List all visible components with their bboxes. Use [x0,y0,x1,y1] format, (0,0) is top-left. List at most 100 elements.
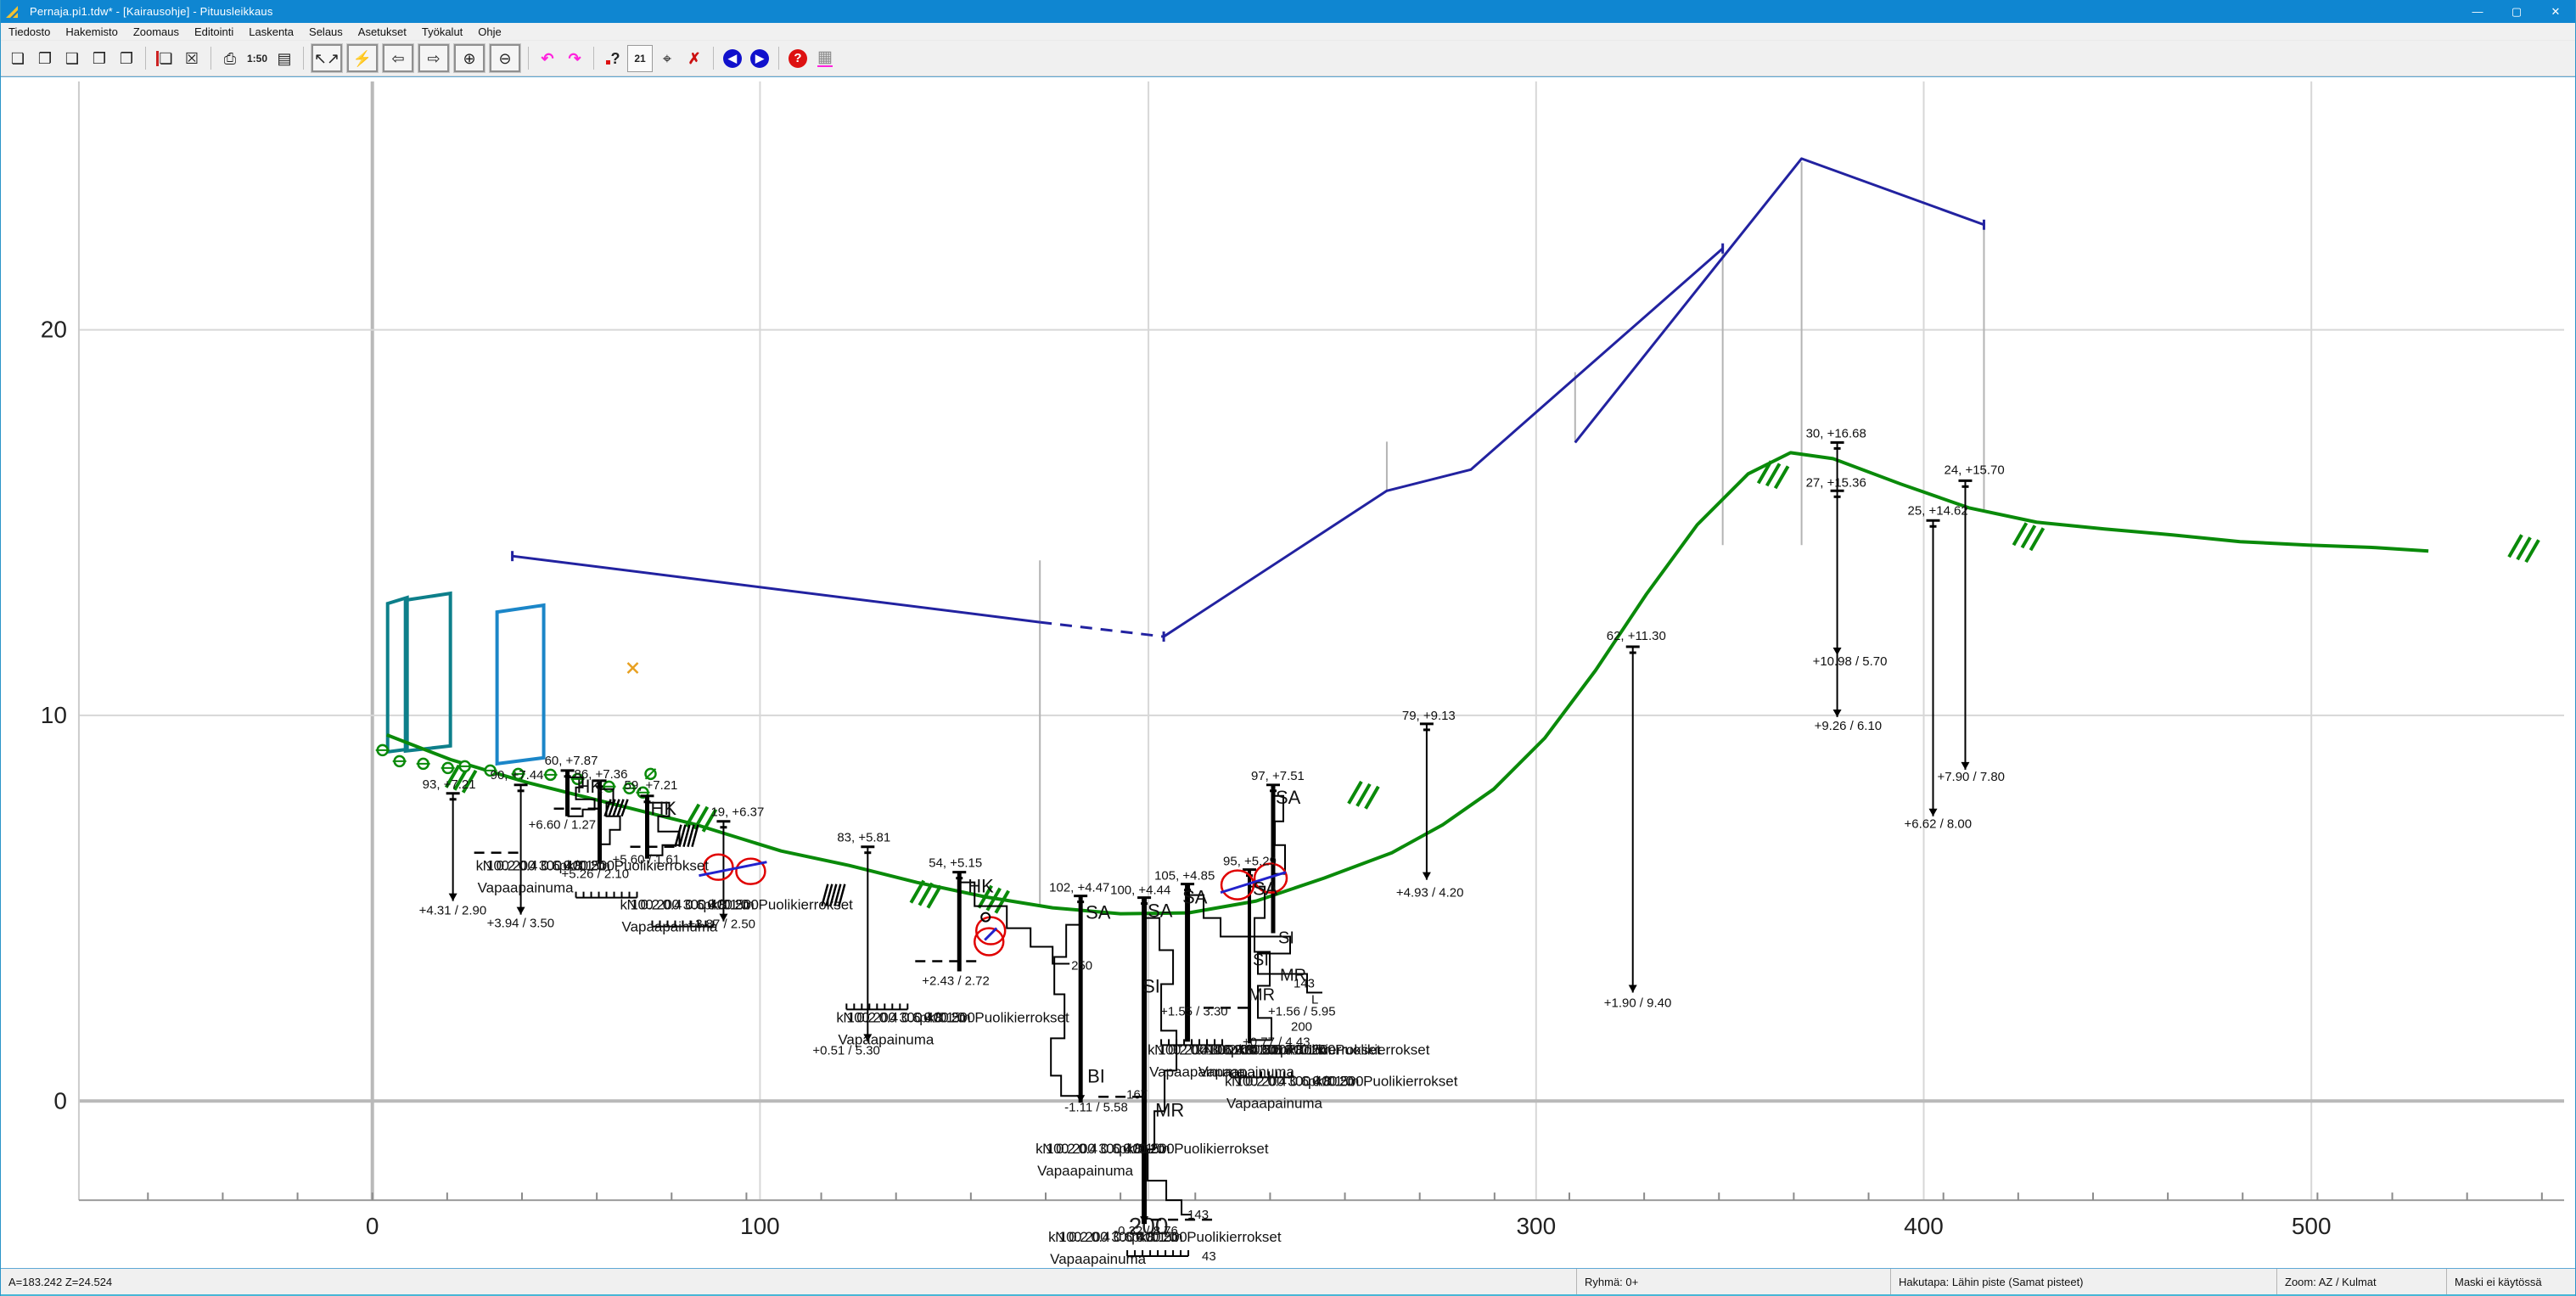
copy-page-icon[interactable]: ❑ [59,45,85,72]
annotation-label: 19, +6.37 [710,805,764,820]
previous-element-icon[interactable]: ◀ [720,45,745,72]
annotation-label: +6.60 / 1.27 [529,818,597,833]
annotation-label: 25, +14.62 [1908,503,1968,518]
identify-point-icon[interactable]: ? [600,45,626,72]
annotation-label: +10.98 / 5.70 [1813,654,1888,669]
zoom-in-icon[interactable]: ⊕ [454,44,485,72]
fence-grid-icon[interactable]: ▦ [812,45,838,72]
structure-outline-teal [406,593,451,751]
help-icon[interactable]: ? [785,45,811,72]
annotation-label: SA [1148,900,1173,922]
menu-ohje[interactable]: Ohje [470,24,508,40]
annotation-label: 43 [1202,1249,1216,1264]
section-view-canvas[interactable]: 01002003004005002010093, +7.21+4.31 / 2.… [1,77,2575,1268]
x-axis-label: 100 [740,1213,780,1239]
open-cross-section-icon[interactable]: ❐ [32,45,58,72]
window-controls: —▢✕ [2458,0,2575,23]
annotation-label: +7.90 / 7.80 [1937,770,2005,784]
menu-työkalut[interactable]: Työkalut [414,24,470,40]
x-axis-label: 0 [366,1213,379,1239]
move-page-icon[interactable]: ❒ [87,45,112,72]
next-element-glyph: ▶ [750,49,769,68]
zoom-extents-icon[interactable]: ↖↗ [311,44,342,72]
insert-page-icon[interactable]: ❏ [152,45,177,72]
transfer-page-icon[interactable]: ❐ [114,45,139,72]
legend-column-icon[interactable]: ▤ [272,45,297,72]
menu-zoomaus[interactable]: Zoomaus [126,24,187,40]
sounding-end-arrow [449,894,457,901]
annotation-label: +6.62 / 8.00 [1905,817,1973,832]
annotation-label: +1.55 / 3.30 [1160,1004,1228,1018]
zoom-out-icon[interactable]: ⊖ [490,44,520,72]
print-icon[interactable]: ⎙ [217,45,243,72]
redo-glyph: ↷ [568,51,581,66]
insert-page-glyph: ❏ [156,51,172,66]
annotation-label: BI [1087,1065,1105,1086]
close-page-icon[interactable]: ☒ [179,45,205,72]
undo-glyph: ↶ [541,51,553,66]
copy-page-glyph: ❑ [65,51,79,66]
pan-left-icon[interactable]: ⇦ [383,44,413,72]
toolbar-separator [713,47,714,70]
x-axis-label: 400 [1904,1213,1944,1239]
y-axis-label: 10 [41,702,67,728]
identify-point-glyph: ? [611,51,620,66]
help-glyph: ? [789,49,807,68]
kn-scale-caption: pk/0.2m Puolikierrokset [1280,1041,1430,1058]
xyz-point-icon[interactable]: ⌖ [654,45,680,72]
sounding-end-arrow [1961,762,1969,770]
annotation-label: HK [968,876,994,897]
toolbar-separator [210,47,211,70]
scale-1-50-icon[interactable]: 1:50 [244,45,270,72]
menu-asetukset[interactable]: Asetukset [351,24,414,40]
toolbar-separator [593,47,594,70]
section-view[interactable]: 01002003004005002010093, +7.21+4.31 / 2.… [1,76,2575,1269]
sounding-end-arrow [1629,985,1637,992]
annotation-label: 143 [1294,976,1315,990]
close-page-glyph: ☒ [185,51,199,66]
undo-icon[interactable]: ↶ [535,45,560,72]
minimize-button[interactable]: — [2458,0,2497,23]
kn-scale-caption: pk/0.2m Puolikierrokset [1119,1141,1269,1157]
x-axis-label: 300 [1516,1213,1556,1239]
design-line-blue [513,556,1041,622]
annotation-label: +3.94 / 3.50 [487,917,555,931]
menu-editointi[interactable]: Editointi [187,24,241,40]
sounding-end-arrow [1423,872,1431,880]
resistance-profile [600,789,620,844]
menu-tiedosto[interactable]: Tiedosto [1,24,58,40]
snap-tolerance-21-icon[interactable]: 21 [627,45,653,72]
annotation-label: 95, +5.29 [1223,855,1277,869]
menu-laskenta[interactable]: Laskenta [241,24,301,40]
remove-points-glyph: ✗ [687,51,700,66]
vapaapainuma-caption: Vapaapainuma [1037,1163,1134,1179]
next-element-icon[interactable]: ▶ [747,45,772,72]
structure-outline-blue [497,605,544,764]
maximize-button[interactable]: ▢ [2497,0,2536,23]
annotation-label: SI [1278,929,1294,948]
move-page-glyph: ❒ [93,51,106,66]
zoom-extents-glyph: ↖↗ [314,51,340,66]
annotation-label: SA [1086,902,1111,923]
new-cross-section-icon[interactable]: ❏ [5,45,31,72]
remove-points-icon[interactable]: ✗ [682,45,707,72]
redo-icon[interactable]: ↷ [562,45,587,72]
close-button[interactable]: ✕ [2536,0,2575,23]
annotation-label: +1.56 / 5.95 [1268,1004,1336,1018]
redraw-icon[interactable]: ⚡ [347,44,378,72]
pan-right-icon[interactable]: ⇨ [418,44,449,72]
annotation-label: 83, +5.81 [837,831,890,845]
print-glyph: ⎙ [224,51,236,66]
annotation-label: 143 [1187,1208,1209,1222]
pan-left-glyph: ⇦ [391,51,404,66]
annotation-label: 167 [1126,1087,1148,1102]
annotation-label: SA [1253,878,1278,900]
app-window: Pernaja.pi1.tdw* - [Kairausohje] - Pituu… [0,0,2576,1296]
annotation-label: 30, +16.68 [1806,426,1866,440]
menu-selaus[interactable]: Selaus [301,24,351,40]
annotation-label: +4.93 / 4.20 [1396,886,1464,900]
menu-hakemisto[interactable]: Hakemisto [58,24,125,40]
annotation-label: SA [1182,887,1208,908]
title-bar[interactable]: Pernaja.pi1.tdw* - [Kairausohje] - Pituu… [1,0,2575,23]
vapaapainuma-caption: Vapaapainuma [1226,1095,1323,1111]
